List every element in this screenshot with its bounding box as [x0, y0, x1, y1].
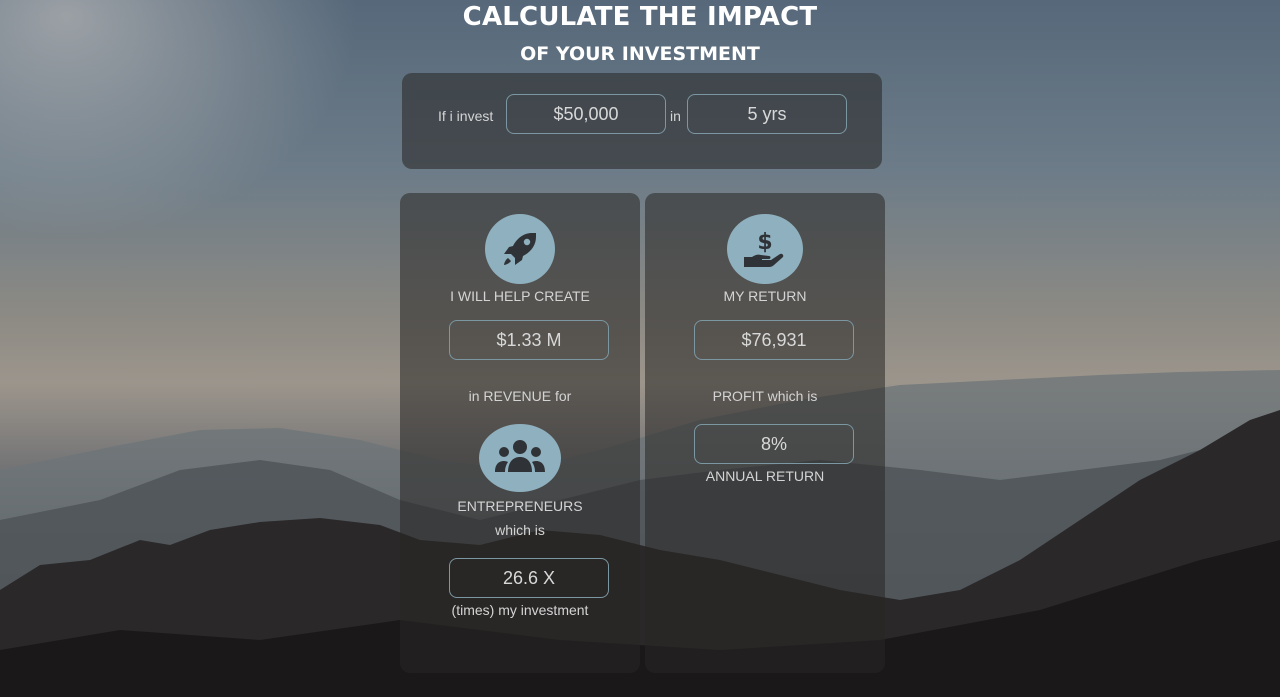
return-title: MY RETURN [723, 288, 807, 304]
users-group-icon [479, 424, 561, 492]
return-card: $ MY RETURN $76,931 PROFIT which is 8% A… [645, 193, 885, 673]
money-hand-icon: $ [727, 214, 803, 284]
entrepreneurs-label: ENTREPRENEURS [457, 498, 583, 514]
profit-label: PROFIT which is [712, 388, 818, 404]
revenue-label: in REVENUE for [468, 388, 572, 404]
multiplier-label: (times) my investment [451, 602, 589, 618]
return-value: $76,931 [694, 320, 854, 360]
page-subtitle: OF YOUR INVESTMENT [520, 43, 760, 65]
investment-years-input[interactable]: 5 yrs [687, 94, 847, 134]
investment-input-panel: If i invest $50,000 in 5 yrs [402, 73, 882, 169]
in-label: in [670, 108, 681, 124]
revenue-value: $1.33 M [449, 320, 609, 360]
annual-return-label: ANNUAL RETURN [705, 468, 825, 484]
invest-prefix-label: If i invest [438, 108, 494, 124]
multiplier-value: 26.6 X [449, 558, 609, 598]
annual-return-value: 8% [694, 424, 854, 464]
page-title: CALCULATE THE IMPACT [462, 2, 818, 32]
rocket-icon [485, 214, 555, 284]
investment-amount-input[interactable]: $50,000 [506, 94, 666, 134]
which-is-label: which is [495, 522, 545, 538]
create-title: I WILL HELP CREATE [450, 288, 590, 304]
svg-text:$: $ [757, 230, 772, 255]
impact-card: I WILL HELP CREATE $1.33 M in REVENUE fo… [400, 193, 640, 673]
